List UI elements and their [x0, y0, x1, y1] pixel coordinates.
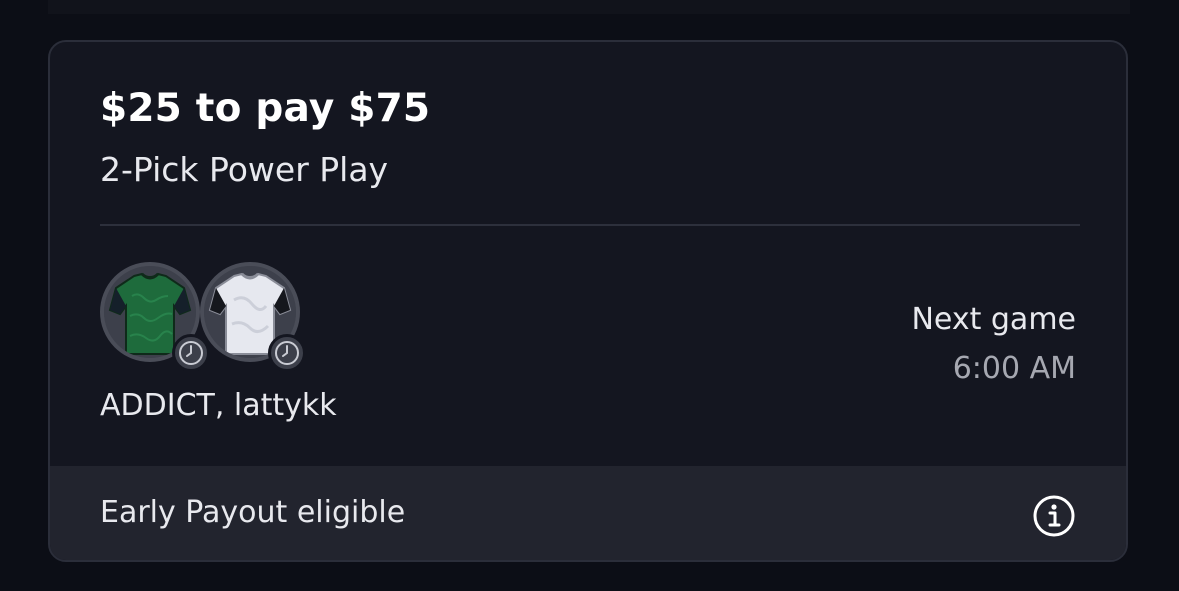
- early-payout-text: Early Payout eligible: [100, 495, 406, 530]
- entry-title: $25 to pay $75: [100, 86, 431, 131]
- divider: [100, 224, 1080, 226]
- entry-card[interactable]: $25 to pay $75 2-Pick Power Play ADDICT,…: [48, 40, 1128, 562]
- clock-icon: [172, 334, 210, 372]
- info-icon[interactable]: [1032, 494, 1076, 538]
- next-game-label: Next game: [911, 302, 1076, 337]
- early-payout-footer: Early Payout eligible: [50, 466, 1126, 560]
- entry-subtitle: 2-Pick Power Play: [100, 150, 389, 189]
- clock-icon: [268, 334, 306, 372]
- next-game-time: 6:00 AM: [952, 351, 1076, 386]
- player-names: ADDICT, lattykk: [100, 388, 337, 423]
- backdrop-card-edge: [48, 0, 1130, 14]
